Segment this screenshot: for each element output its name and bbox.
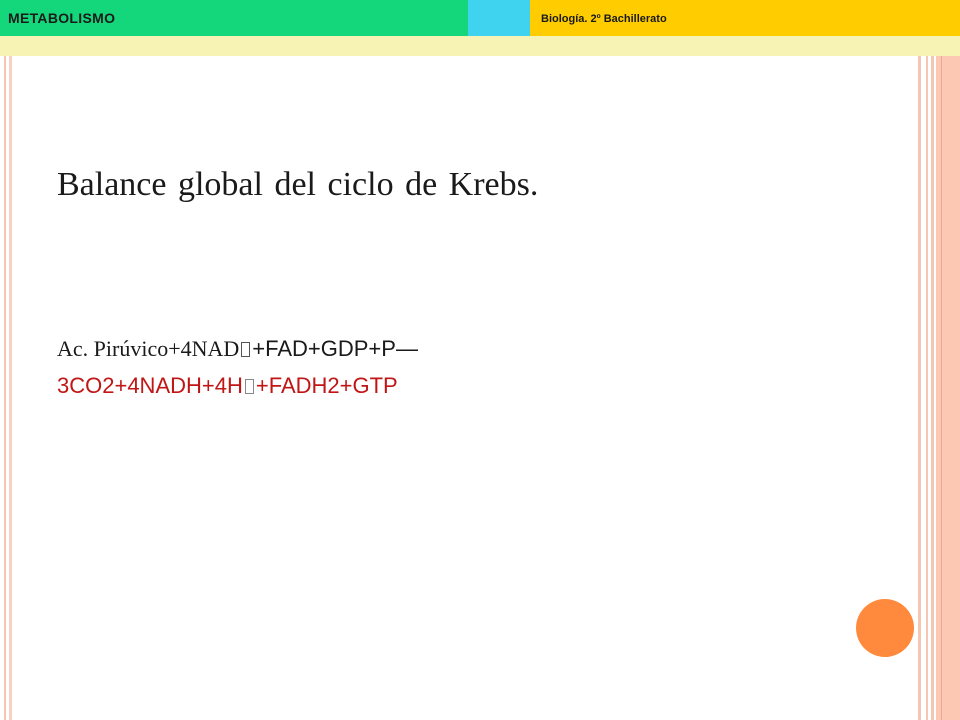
right-decor-line	[931, 56, 934, 720]
slide: METABOLISMO Biología. 2º Bachillerato Ba…	[0, 0, 960, 720]
header-cyan-block	[468, 0, 530, 36]
left-decor-line	[4, 56, 6, 720]
slide-title: Balance global del ciclo de Krebs.	[57, 166, 539, 203]
equation-reactants: Ac. Pirúvico+4NAD +FAD+GDP+P—	[57, 336, 418, 362]
right-decor-line	[926, 56, 928, 720]
equation-reactant-text: Ac. Pirúvico+4NAD	[57, 336, 240, 361]
header-title: METABOLISMO	[8, 10, 116, 26]
missing-glyph-box	[241, 342, 251, 357]
left-decor-line	[9, 56, 12, 720]
right-decor-band-line	[941, 56, 942, 720]
equation-products-part1: 3CO2+4NADH+4H	[57, 373, 243, 398]
right-decor-band	[936, 56, 960, 720]
equation-products: 3CO2+4NADH+4H +FADH2+GTP	[57, 373, 398, 399]
equation-reactant-rest: +FAD+GDP+P	[252, 336, 396, 361]
header-pale-band	[0, 36, 960, 56]
equation-products-part2: +FADH2+GTP	[255, 373, 398, 398]
missing-glyph-box	[244, 379, 254, 394]
right-decor-line	[918, 56, 921, 720]
decor-circle	[856, 599, 914, 657]
header-bar: METABOLISMO Biología. 2º Bachillerato	[0, 0, 960, 36]
reaction-arrow: —	[395, 336, 418, 361]
header-subtitle: Biología. 2º Bachillerato	[541, 13, 667, 25]
